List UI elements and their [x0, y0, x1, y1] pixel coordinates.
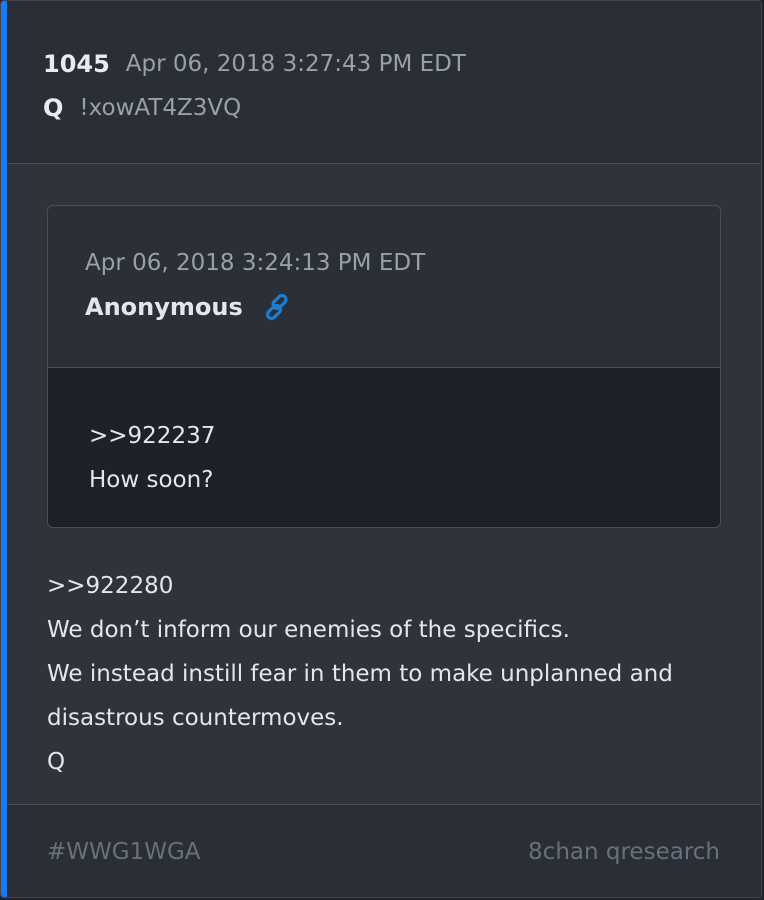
post-reference[interactable]: >>922280 — [47, 564, 727, 608]
quoted-post-reference[interactable]: >>922237 — [89, 414, 215, 458]
hashtag-label: #WWG1WGA — [47, 839, 201, 865]
post-author-row: Q !xowAT4Z3VQ — [43, 91, 241, 125]
quoted-post: Apr 06, 2018 3:24:13 PM EDT Anonymous >>… — [47, 205, 721, 528]
post-timestamp: Apr 06, 2018 3:27:43 PM EDT — [125, 51, 466, 77]
post-tripcode: !xowAT4Z3VQ — [79, 95, 242, 121]
link-icon[interactable] — [263, 292, 293, 322]
post-body: >>922280 We don’t inform our enemies of … — [47, 564, 727, 784]
quoted-post-body: >>922237 How soon? — [48, 368, 720, 527]
post-author: Q — [43, 94, 64, 122]
quoted-post-timestamp: Apr 06, 2018 3:24:13 PM EDT — [85, 250, 426, 276]
quoted-post-text-line: How soon? — [89, 467, 214, 493]
post-text-line: disastrous countermoves. — [47, 705, 344, 731]
post-text-line: We instead instill fear in them to make … — [47, 661, 673, 687]
post-signature: Q — [47, 749, 66, 775]
quoted-post-author-row: Anonymous — [85, 292, 293, 322]
post-footer: #WWG1WGA 8chan qresearch — [7, 804, 761, 897]
post-card: 1045 Apr 06, 2018 3:27:43 PM EDT Q !xowA… — [0, 0, 762, 898]
post-number[interactable]: 1045 — [43, 50, 110, 78]
source-label: 8chan qresearch — [528, 839, 720, 865]
post-text-line: We don’t inform our enemies of the speci… — [47, 617, 570, 643]
post-meta-row: 1045 Apr 06, 2018 3:27:43 PM EDT — [43, 47, 466, 81]
post-header: 1045 Apr 06, 2018 3:27:43 PM EDT Q !xowA… — [7, 1, 761, 164]
quoted-post-header: Apr 06, 2018 3:24:13 PM EDT Anonymous — [48, 206, 720, 368]
quoted-post-author: Anonymous — [85, 293, 243, 321]
